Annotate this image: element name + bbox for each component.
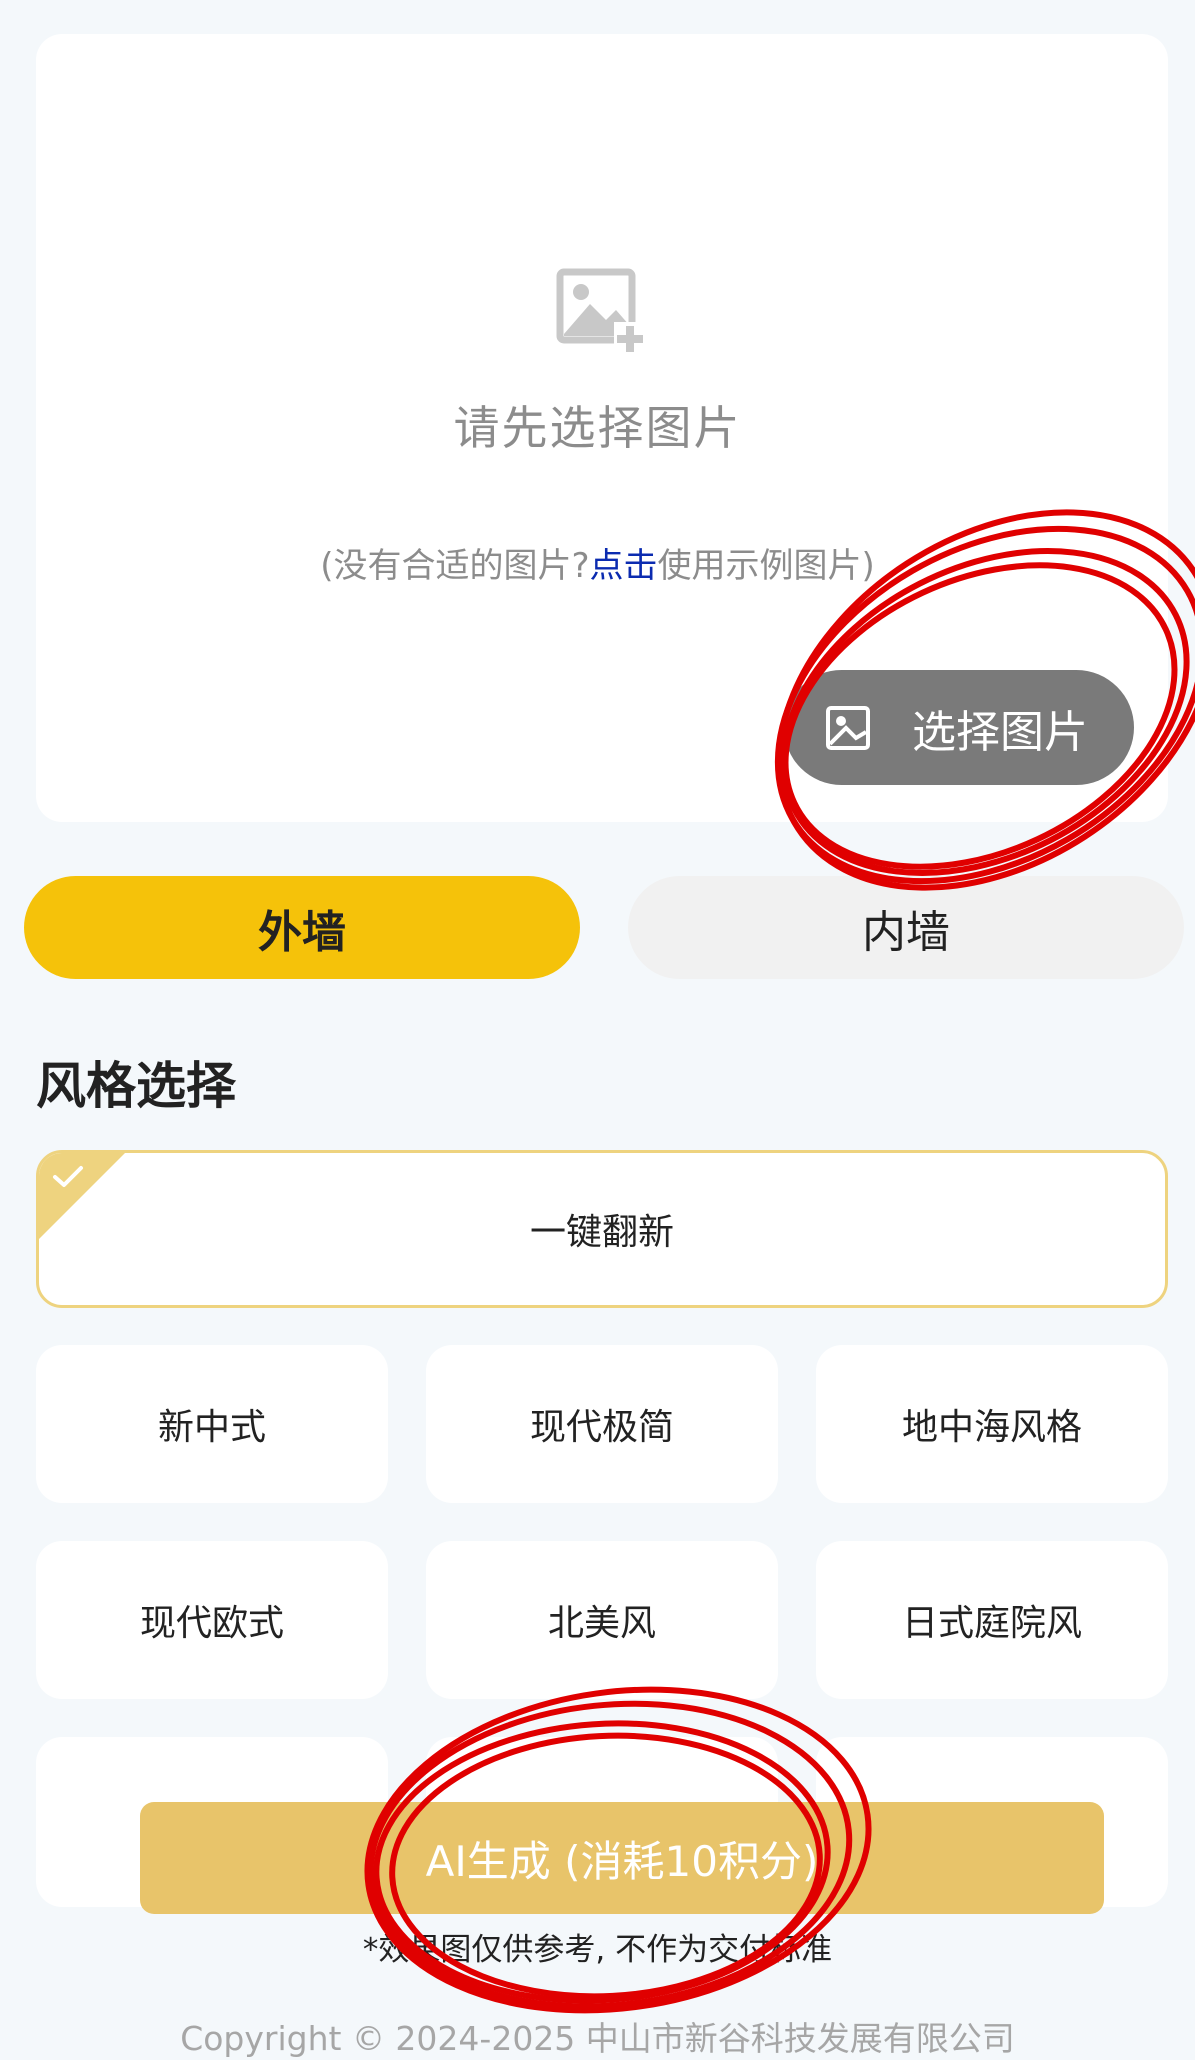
- copyright: Copyright © 2024-2025 中山市新谷科技发展有限公司: [180, 2019, 1015, 2058]
- check-icon: [53, 1166, 83, 1187]
- style-option[interactable]: 新中式: [36, 1345, 388, 1503]
- sample-hint-suffix: 使用示例图片): [657, 546, 875, 586]
- sample-hint: (没有合适的图片?点击使用示例图片): [0, 538, 1195, 587]
- style-option-selected[interactable]: 一键翻新: [36, 1150, 1168, 1308]
- style-option[interactable]: 现代极简: [426, 1345, 778, 1503]
- tab-exterior-wall[interactable]: 外墙: [24, 876, 580, 979]
- disclaimer: *效果图仅供参考, 不作为交付标准: [362, 1932, 833, 1968]
- image-icon: [826, 705, 870, 750]
- style-option-label: 一键翻新: [529, 1212, 674, 1253]
- style-option[interactable]: 北美风: [426, 1541, 778, 1699]
- tab-interior-wall[interactable]: 内墙: [628, 876, 1184, 979]
- ai-generate-button[interactable]: AI生成 (消耗10积分): [140, 1802, 1104, 1914]
- choose-image-label: 选择图片: [912, 706, 1088, 758]
- style-option[interactable]: 地中海风格: [816, 1345, 1168, 1503]
- use-sample-link[interactable]: 点击: [590, 546, 658, 586]
- upload-prompt: 请先选择图片: [453, 401, 742, 455]
- style-option[interactable]: 日式庭院风: [816, 1541, 1168, 1699]
- style-section-title: 风格选择: [36, 1057, 236, 1115]
- sample-hint-prefix: (没有合适的图片?: [320, 546, 590, 586]
- image-add-icon: [556, 268, 646, 354]
- choose-image-button[interactable]: 选择图片: [784, 670, 1134, 785]
- style-option[interactable]: 现代欧式: [36, 1541, 388, 1699]
